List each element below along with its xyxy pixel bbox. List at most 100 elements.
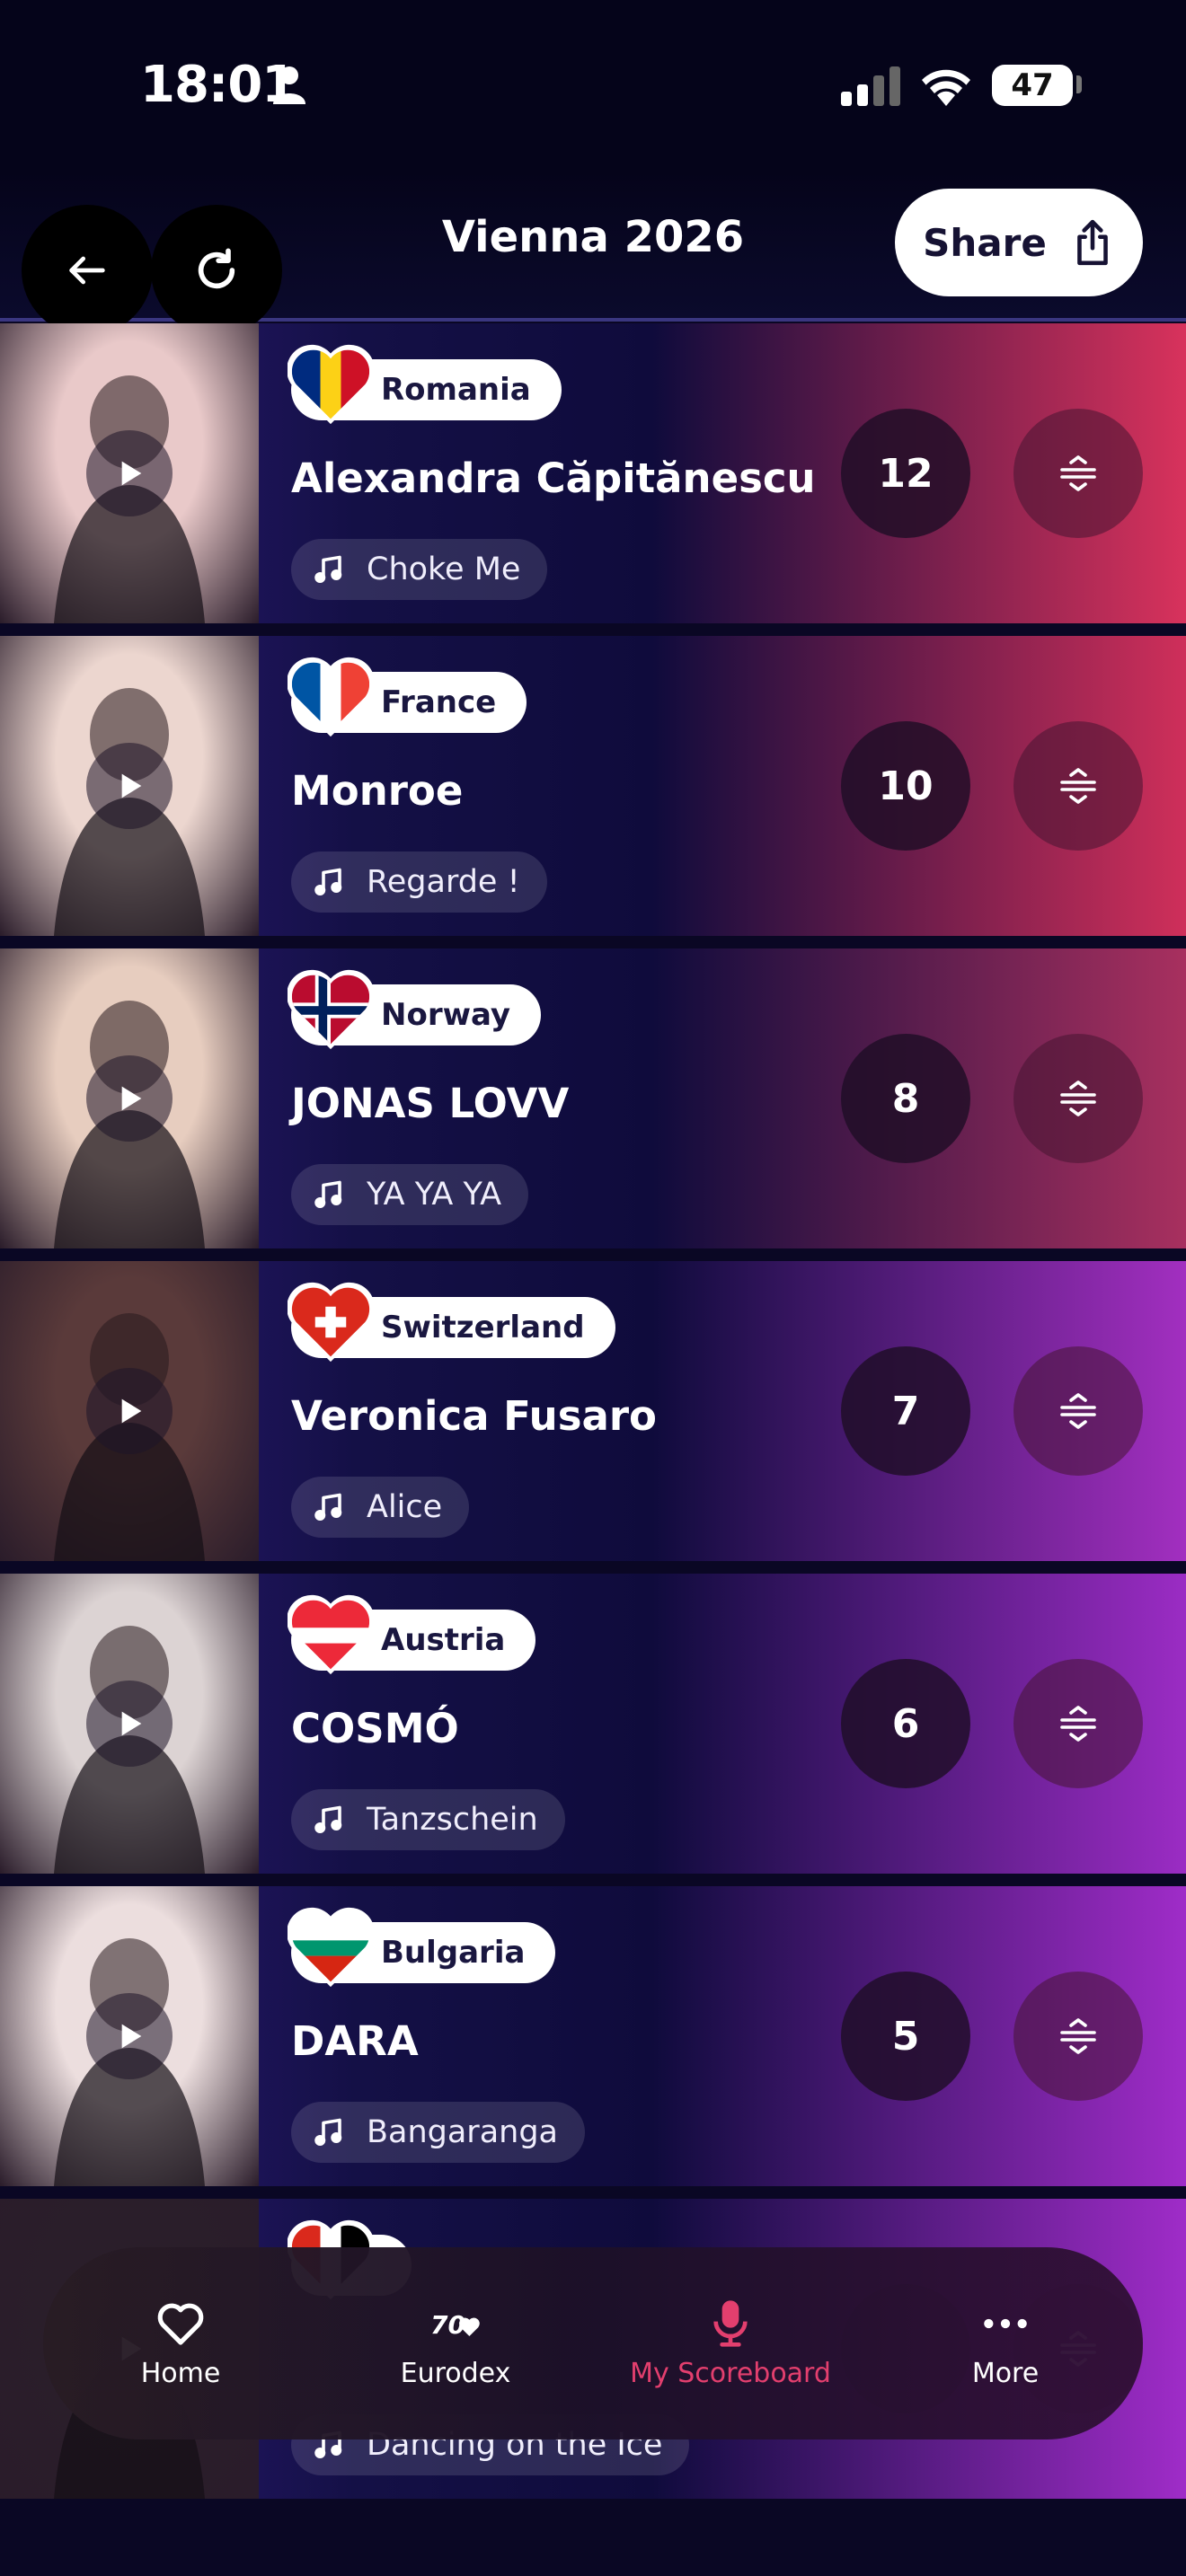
- artist-name: COSMÓ: [291, 1705, 459, 1752]
- drag-handle-icon: [1060, 1706, 1096, 1742]
- play-button[interactable]: [86, 430, 173, 516]
- nav-more-label: More: [971, 2357, 1040, 2389]
- music-note-icon: [314, 1805, 342, 1833]
- points-badge: 12: [841, 409, 970, 538]
- nav-more[interactable]: More: [868, 2247, 1143, 2439]
- drag-handle-icon: [1060, 768, 1096, 804]
- play-button[interactable]: [86, 1368, 173, 1454]
- play-icon: [121, 1711, 142, 1736]
- points-badge: 5: [841, 1972, 970, 2101]
- play-icon: [121, 773, 142, 798]
- flag-heart-icon: [288, 1594, 374, 1675]
- song-title: Bangaranga: [367, 2114, 558, 2150]
- drag-handle-icon: [1060, 1081, 1096, 1116]
- artist-photo[interactable]: [0, 636, 259, 936]
- country-name: Bulgaria: [381, 1935, 526, 1971]
- song-pill: Bangaranga: [291, 2102, 585, 2163]
- scoreboard-row[interactable]: Bulgaria DARA Bangaranga 5: [0, 1886, 1186, 2186]
- battery-icon: 47: [992, 65, 1073, 106]
- music-note-icon: [314, 2118, 342, 2146]
- music-note-icon: [314, 1180, 342, 1208]
- song-pill: Choke Me: [291, 539, 548, 600]
- eurodex-logo-icon: 70: [430, 2310, 480, 2340]
- song-title: Alice: [367, 1489, 443, 1525]
- entry-info: France Monroe Regarde ! 10: [259, 636, 1186, 936]
- nav-my-scoreboard[interactable]: My Scoreboard: [593, 2247, 868, 2439]
- reorder-handle[interactable]: [1013, 409, 1143, 538]
- song-title: YA YA YA: [367, 1177, 502, 1213]
- entry-info: Norway JONAS LOVV YA YA YA 8: [259, 948, 1186, 1248]
- play-icon: [121, 1398, 142, 1424]
- points-badge: 10: [841, 721, 970, 851]
- nav-eurodex-label: Eurodex: [400, 2357, 511, 2389]
- entry-info: Romania Alexandra Căpitănescu Choke Me 1…: [259, 323, 1186, 623]
- person-icon: [273, 66, 305, 104]
- country-name: France: [381, 684, 497, 720]
- reorder-handle[interactable]: [1013, 1659, 1143, 1788]
- artist-photo[interactable]: [0, 323, 259, 623]
- artist-photo[interactable]: [0, 948, 259, 1248]
- drag-handle-icon: [1060, 2018, 1096, 2054]
- more-dots-icon: [984, 2318, 1027, 2328]
- share-button[interactable]: Share: [895, 189, 1143, 296]
- play-button[interactable]: [86, 743, 173, 829]
- microphone-icon: [713, 2299, 748, 2347]
- reorder-handle[interactable]: [1013, 1034, 1143, 1163]
- nav-eurodex[interactable]: 70 Eurodex: [318, 2247, 593, 2439]
- country-name: Switzerland: [381, 1310, 585, 1345]
- share-icon: [1077, 219, 1108, 266]
- song-title: Tanzschein: [367, 1802, 538, 1838]
- reorder-handle[interactable]: [1013, 1346, 1143, 1476]
- nav-home[interactable]: Home: [43, 2247, 318, 2439]
- play-icon: [121, 2024, 142, 2049]
- entry-info: Austria COSMÓ Tanzschein 6: [259, 1574, 1186, 1874]
- signal-icon: [841, 66, 900, 106]
- artist-name: Monroe: [291, 767, 464, 815]
- artist-name: Veronica Fusaro: [291, 1392, 657, 1440]
- flag-heart-icon: [288, 657, 374, 737]
- scoreboard-row[interactable]: France Monroe Regarde ! 10: [0, 636, 1186, 936]
- artist-name: DARA: [291, 2017, 419, 2065]
- scoreboard-row[interactable]: Switzerland Veronica Fusaro Alice 7: [0, 1261, 1186, 1561]
- reorder-handle[interactable]: [1013, 721, 1143, 851]
- scoreboard-row[interactable]: Romania Alexandra Căpitănescu Choke Me 1…: [0, 323, 1186, 623]
- country-name: Norway: [381, 997, 511, 1033]
- points-badge: 8: [841, 1034, 970, 1163]
- play-icon: [121, 461, 142, 486]
- artist-photo[interactable]: [0, 1886, 259, 2186]
- artist-photo[interactable]: [0, 1261, 259, 1561]
- music-note-icon: [314, 555, 342, 583]
- entry-info: Bulgaria DARA Bangaranga 5: [259, 1886, 1186, 2186]
- play-button[interactable]: [86, 1993, 173, 2079]
- flag-heart-icon: [288, 969, 374, 1050]
- points-badge: 7: [841, 1346, 970, 1476]
- song-pill: Regarde !: [291, 851, 547, 913]
- artist-photo[interactable]: [0, 1574, 259, 1874]
- scoreboard-row[interactable]: Norway JONAS LOVV YA YA YA 8: [0, 948, 1186, 1248]
- play-button[interactable]: [86, 1681, 173, 1767]
- entry-info: Switzerland Veronica Fusaro Alice 7: [259, 1261, 1186, 1561]
- flag-heart-icon: [288, 1282, 374, 1363]
- scoreboard-row[interactable]: Austria COSMÓ Tanzschein 6: [0, 1574, 1186, 1874]
- artist-name: Alexandra Căpitănescu: [291, 454, 816, 502]
- reorder-handle[interactable]: [1013, 1972, 1143, 2101]
- nav-my-scoreboard-label: My Scoreboard: [630, 2357, 831, 2389]
- play-icon: [121, 1086, 142, 1111]
- song-pill: Alice: [291, 1477, 470, 1538]
- song-pill: YA YA YA: [291, 1164, 529, 1225]
- wifi-icon: [922, 69, 970, 106]
- share-label: Share: [923, 220, 1047, 265]
- play-button[interactable]: [86, 1055, 173, 1142]
- country-name: Austria: [381, 1622, 506, 1658]
- drag-handle-icon: [1060, 455, 1096, 491]
- song-title: Choke Me: [367, 551, 521, 587]
- country-name: Romania: [381, 372, 531, 408]
- song-title: Regarde !: [367, 864, 520, 900]
- nav-home-label: Home: [140, 2357, 221, 2389]
- status-bar: 18:01 47: [0, 0, 1186, 171]
- battery-cap: [1076, 75, 1082, 93]
- artist-name: JONAS LOVV: [291, 1080, 570, 1127]
- drag-handle-icon: [1060, 1393, 1096, 1429]
- song-pill: Tanzschein: [291, 1789, 565, 1850]
- bottom-nav: Home 70 Eurodex My Scoreboard More: [43, 2247, 1143, 2439]
